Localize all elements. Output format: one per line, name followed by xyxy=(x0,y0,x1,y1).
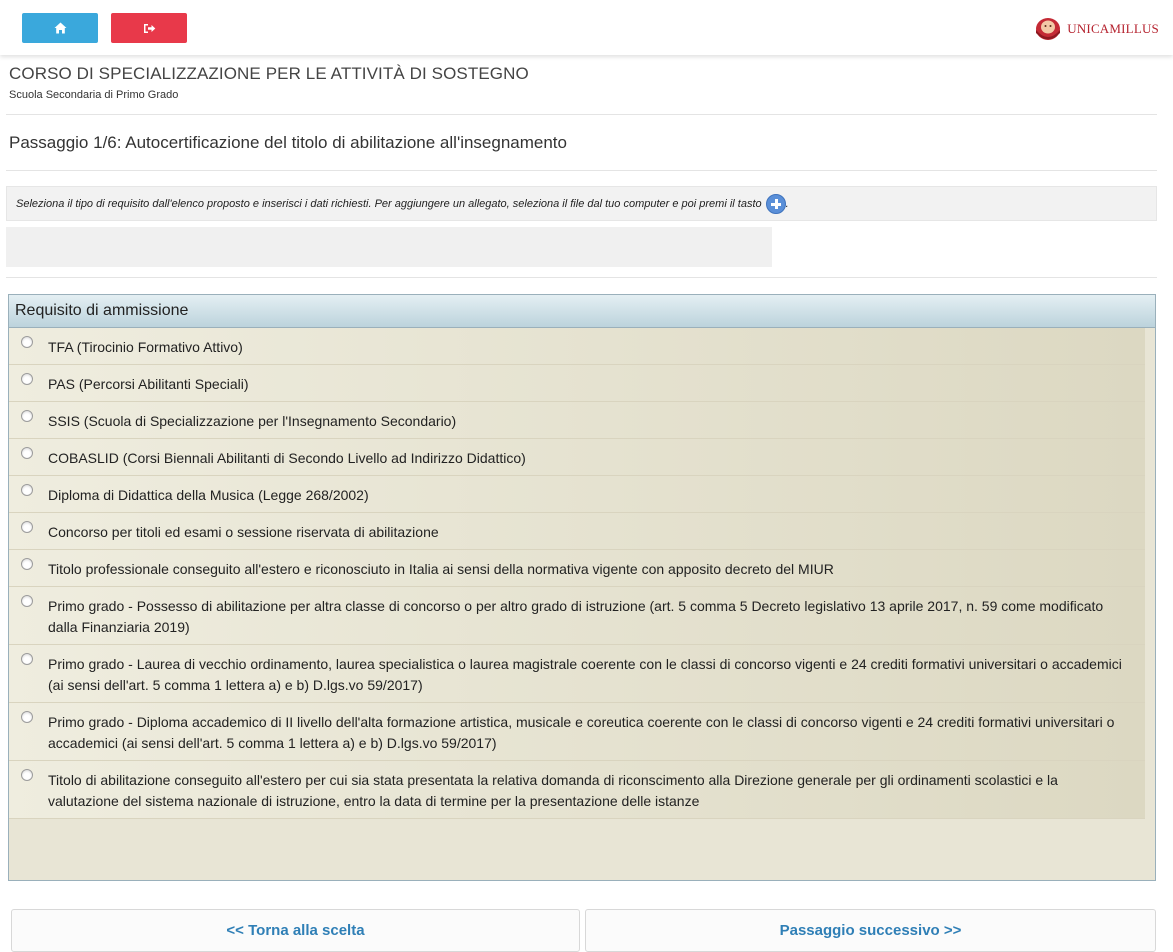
requisito-option-label: Primo grado - Laurea di vecchio ordiname… xyxy=(48,656,1122,693)
requisito-option[interactable]: Concorso per titoli ed esami o sessione … xyxy=(9,513,1145,550)
requisito-option-label: Titolo di abilitazione conseguito all'es… xyxy=(48,772,1058,809)
course-title: CORSO DI SPECIALIZZAZIONE PER LE ATTIVIT… xyxy=(9,64,529,83)
logo-text: UNICAMILLUS xyxy=(1067,21,1159,36)
radio-button[interactable] xyxy=(21,653,33,665)
requisito-option[interactable]: SSIS (Scuola di Specializzazione per l'I… xyxy=(9,402,1145,439)
home-button[interactable] xyxy=(22,13,98,43)
requisito-option[interactable]: Primo grado - Diploma accademico di II l… xyxy=(9,703,1145,761)
logo-mark-icon xyxy=(1031,16,1065,42)
requisito-option-label: Primo grado - Possesso di abilitazione p… xyxy=(48,598,1104,635)
requisito-option-label: TFA (Tirocinio Formativo Attivo) xyxy=(48,339,243,355)
unicamillus-logo: UNICAMILLUS xyxy=(1031,16,1159,42)
requisiti-options-list: TFA (Tirocinio Formativo Attivo) PAS (Per… xyxy=(9,328,1155,819)
divider xyxy=(6,277,1157,278)
radio-button[interactable] xyxy=(21,769,33,781)
requisito-option[interactable]: Primo grado - Possesso di abilitazione p… xyxy=(9,587,1145,645)
requisito-option[interactable]: Primo grado - Laurea di vecchio ordiname… xyxy=(9,645,1145,703)
requisito-option-label: Titolo professionale conseguito all'este… xyxy=(48,561,834,577)
requisito-option[interactable]: TFA (Tirocinio Formativo Attivo) xyxy=(9,328,1145,365)
requisito-option[interactable]: Titolo di abilitazione conseguito all'es… xyxy=(9,761,1145,819)
logout-button[interactable] xyxy=(111,13,187,43)
requisito-option-label: Diploma di Didattica della Musica (Legge… xyxy=(48,487,369,503)
top-navbar: UNICAMILLUS xyxy=(0,0,1173,55)
requisito-option-label: PAS (Percorsi Abilitanti Speciali) xyxy=(48,376,249,392)
divider xyxy=(6,114,1157,115)
plus-circle-icon xyxy=(765,193,786,214)
radio-button[interactable] xyxy=(21,373,33,385)
radio-button[interactable] xyxy=(21,558,33,570)
radio-button[interactable] xyxy=(21,484,33,496)
panel-header: Requisito di ammissione xyxy=(9,295,1155,328)
next-step-button[interactable]: Passaggio successivo >> xyxy=(585,909,1156,952)
requisito-option-label: Concorso per titoli ed esami o sessione … xyxy=(48,524,439,540)
requisito-option-label: SSIS (Scuola di Specializzazione per l'I… xyxy=(48,413,457,429)
back-to-choice-button[interactable]: << Torna alla scelta xyxy=(11,909,580,952)
requisiti-panel: Requisito di ammissione TFA (Tirocinio F… xyxy=(8,294,1156,881)
home-icon xyxy=(54,22,66,34)
requisito-option[interactable]: COBASLID (Corsi Biennali Abilitanti di S… xyxy=(9,439,1145,476)
instructions-box: Seleziona il tipo di requisito dall'elen… xyxy=(6,186,1157,221)
radio-button[interactable] xyxy=(21,595,33,607)
divider xyxy=(6,170,1157,171)
step-title: Passaggio 1/6: Autocertificazione del ti… xyxy=(9,133,567,152)
requisito-option[interactable]: PAS (Percorsi Abilitanti Speciali) xyxy=(9,365,1145,402)
radio-button[interactable] xyxy=(21,447,33,459)
radio-button[interactable] xyxy=(21,711,33,723)
radio-button[interactable] xyxy=(21,521,33,533)
requisito-option[interactable]: Diploma di Didattica della Musica (Legge… xyxy=(9,476,1145,513)
sign-out-icon xyxy=(143,23,155,33)
requisito-option-label: Primo grado - Diploma accademico di II l… xyxy=(48,714,1115,751)
radio-button[interactable] xyxy=(21,410,33,422)
placeholder-area xyxy=(6,227,772,267)
requisito-option-label: COBASLID (Corsi Biennali Abilitanti di S… xyxy=(48,450,526,466)
radio-button[interactable] xyxy=(21,336,33,348)
requisito-option[interactable]: Titolo professionale conseguito all'este… xyxy=(9,550,1145,587)
course-subtitle: Scuola Secondaria di Primo Grado xyxy=(9,89,179,101)
instructions-text: Seleziona il tipo di requisito dall'elen… xyxy=(16,197,762,210)
